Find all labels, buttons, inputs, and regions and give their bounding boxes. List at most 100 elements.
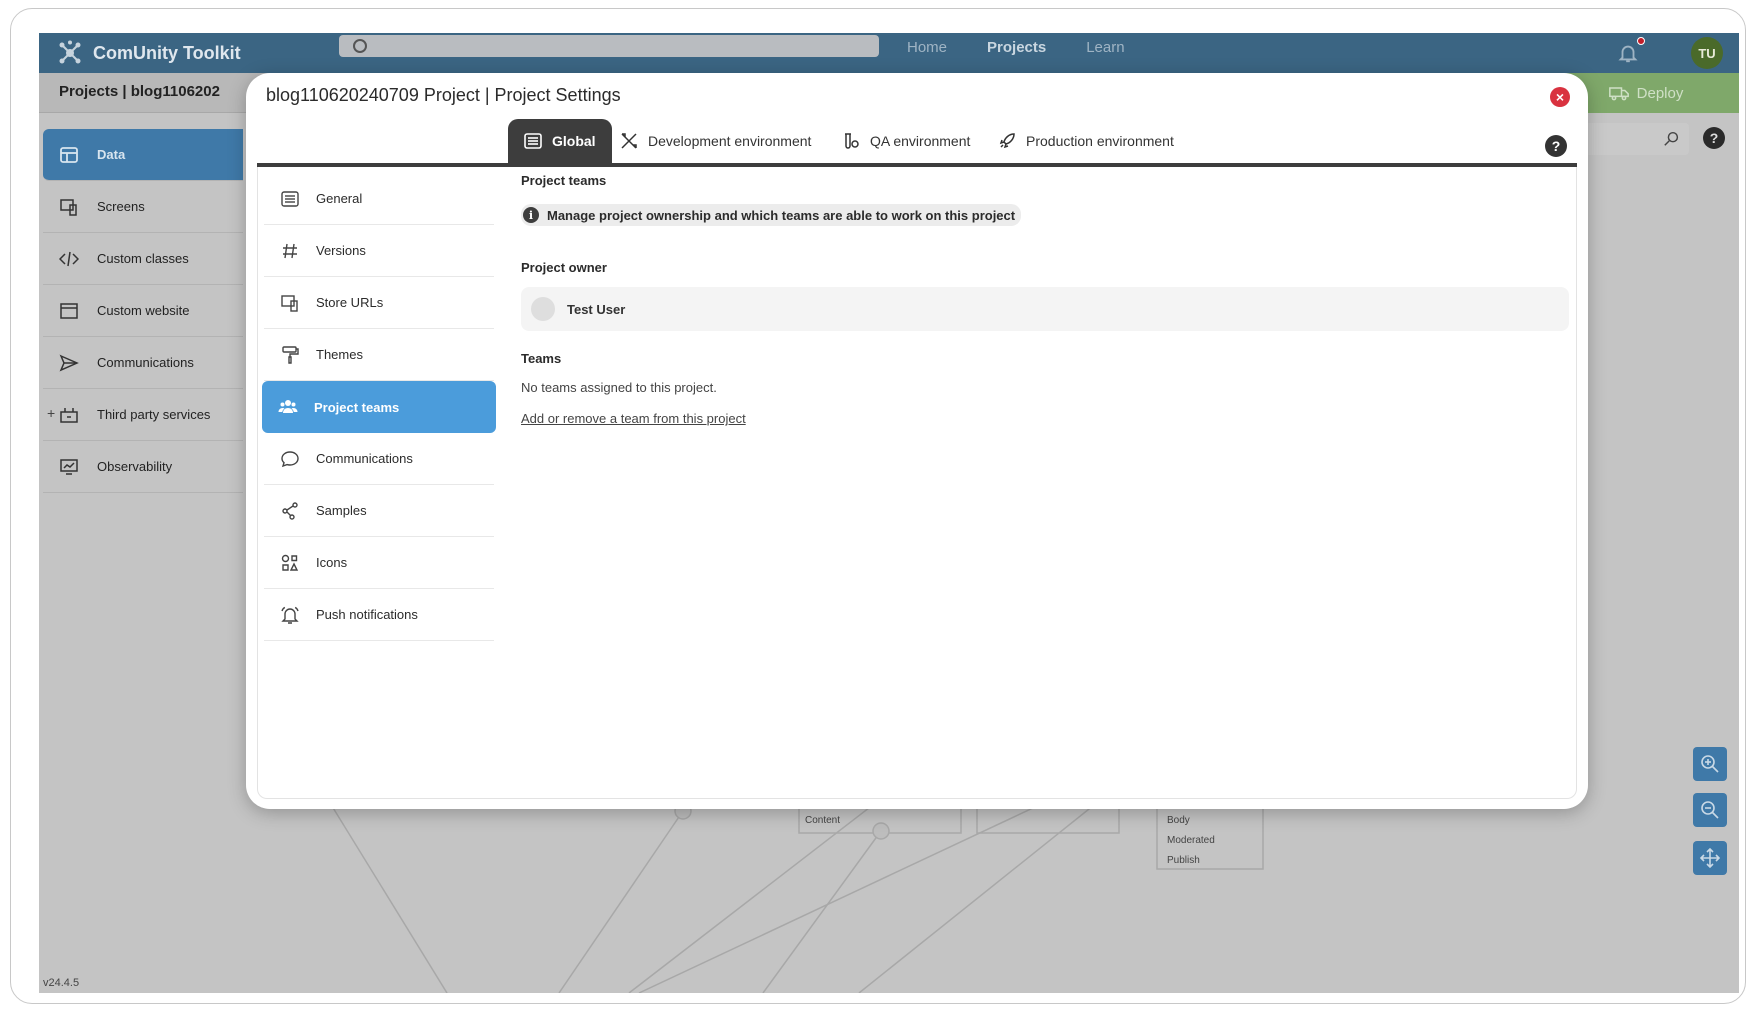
top-nav-home[interactable]: Home [907,39,947,56]
sidebar-item-label: Observability [97,459,173,474]
settings-nav-label: Samples [316,503,367,518]
devices-icon [60,198,77,216]
sidebar-item-label: Custom website [97,303,190,318]
tab-label: Global [552,133,596,149]
brand-logo-icon [59,40,81,64]
close-icon: × [1555,89,1565,105]
tab-global[interactable]: Global [508,119,612,163]
code-icon [59,251,79,266]
send-icon [59,354,79,371]
project-owner-row[interactable]: Test User [521,287,1569,331]
dialog-title: blog110620240709 Project | Project Setti… [266,85,621,105]
tab-label: Production environment [1026,133,1174,149]
fit-view-button[interactable] [1693,841,1727,875]
devices-icon [281,294,298,312]
sidebar-item-custom-website[interactable]: Custom website [43,285,243,337]
sidebar-item-communications[interactable]: Communications [43,337,243,389]
top-nav: Home Projects Learn [907,39,1125,56]
teams-heading: Teams [521,351,562,366]
settings-nav-label: Versions [316,243,366,258]
settings-nav-themes[interactable]: Themes [264,329,494,381]
diagram-label: Body [1167,815,1190,826]
help-icon[interactable]: ? [1703,127,1725,149]
sidebar-item-observability[interactable]: Observability [43,441,243,493]
avatar [531,297,555,321]
tab-label: QA environment [870,133,971,149]
settings-nav-icons[interactable]: Icons [264,537,494,589]
notification-dot [1637,37,1645,45]
sidebar-item-label: Communications [97,355,194,370]
monitor-chart-icon [60,458,78,475]
settings-nav-versions[interactable]: Versions [264,225,494,277]
settings-nav-label: Push notifications [316,607,418,622]
plug-box-icon [60,407,78,423]
top-navigation-bar: ComUnity Toolkit Home Projects Learn TU [39,33,1739,73]
tab-label: Development environment [648,133,812,149]
sidebar-item-screens[interactable]: Screens [43,181,243,233]
settings-nav-project-teams[interactable]: Project teams [262,381,496,433]
manage-teams-link[interactable]: Add or remove a team from this project [521,411,746,426]
notifications-button[interactable] [1617,37,1645,64]
settings-nav-label: Themes [316,347,363,362]
brand-name: ComUnity Toolkit [93,42,241,63]
sidebar-item-third-party-services[interactable]: + Third party services [43,389,243,441]
truck-icon [1608,87,1629,101]
diagram-label: Content [805,815,840,826]
deploy-label: Deploy [1636,84,1684,102]
settings-nav-label: Store URLs [316,295,384,310]
info-text: Manage project ownership and which teams… [547,207,1016,223]
settings-nav-label: General [316,191,363,206]
info-icon: i [523,207,539,223]
breadcrumb: Projects | blog1106202 [59,83,220,100]
close-dialog-button[interactable]: × [1550,87,1570,107]
app-version: v24.4.5 [43,977,80,989]
window-frame: Body Moderated Publish Content ComUnity … [10,8,1746,1004]
zoom-in-button[interactable] [1693,747,1727,781]
tab-production-environment[interactable]: Production environment [998,119,1174,163]
diagram-label: Moderated [1167,835,1215,846]
info-message: i Manage project ownership and which tea… [521,204,1022,226]
share-nodes-icon [282,501,298,520]
move-arrows-icon [1699,847,1721,869]
tab-development-environment[interactable]: Development environment [620,119,811,163]
settings-nav: General Versions Store URLs Themes Proje… [262,173,496,641]
hash-icon [283,243,297,258]
sidebar-item-custom-classes[interactable]: Custom classes [43,233,243,285]
top-nav-projects[interactable]: Projects [987,39,1046,56]
top-nav-learn[interactable]: Learn [1086,39,1124,56]
diagram-label: Publish [1167,855,1200,866]
sidebar-item-label: Third party services [97,407,211,422]
settings-nav-general[interactable]: General [264,173,494,225]
flask-icon [845,133,859,149]
paint-roller-icon [282,345,299,364]
teams-empty-message: No teams assigned to this project. [521,380,717,395]
project-settings-dialog: blog110620240709 Project | Project Setti… [246,73,1588,809]
settings-nav-communications[interactable]: Communications [264,433,494,485]
expand-plus-icon[interactable]: + [47,405,55,421]
bell-ring-icon [281,606,299,624]
sidebar-item-label: Custom classes [97,251,189,266]
search-icon [353,39,367,53]
search-icon [1664,131,1679,146]
list-icon [524,133,542,149]
chat-bubble-icon [281,450,299,467]
app-background: Body Moderated Publish Content ComUnity … [39,33,1739,993]
settings-nav-push-notifications[interactable]: Push notifications [264,589,494,641]
zoom-out-button[interactable] [1693,793,1727,827]
user-avatar[interactable]: TU [1691,37,1723,69]
zoom-out-icon [1701,801,1719,819]
rocket-icon [999,133,1015,149]
brand[interactable]: ComUnity Toolkit [39,40,241,66]
sidebar-item-label: Screens [97,199,145,214]
environment-tabs: Global Development environment QA enviro… [246,117,1588,163]
top-right-tools: TU [1617,37,1723,69]
sidebar-item-label: Data [97,147,126,162]
sidebar-item-data[interactable]: Data [43,129,243,181]
help-icon[interactable]: ? [1545,135,1567,157]
tab-qa-environment[interactable]: QA environment [842,119,970,163]
settings-nav-store-urls[interactable]: Store URLs [264,277,494,329]
settings-nav-samples[interactable]: Samples [264,485,494,537]
users-icon [278,400,298,413]
zoom-in-icon [1701,755,1719,773]
global-search-input[interactable] [339,35,879,57]
